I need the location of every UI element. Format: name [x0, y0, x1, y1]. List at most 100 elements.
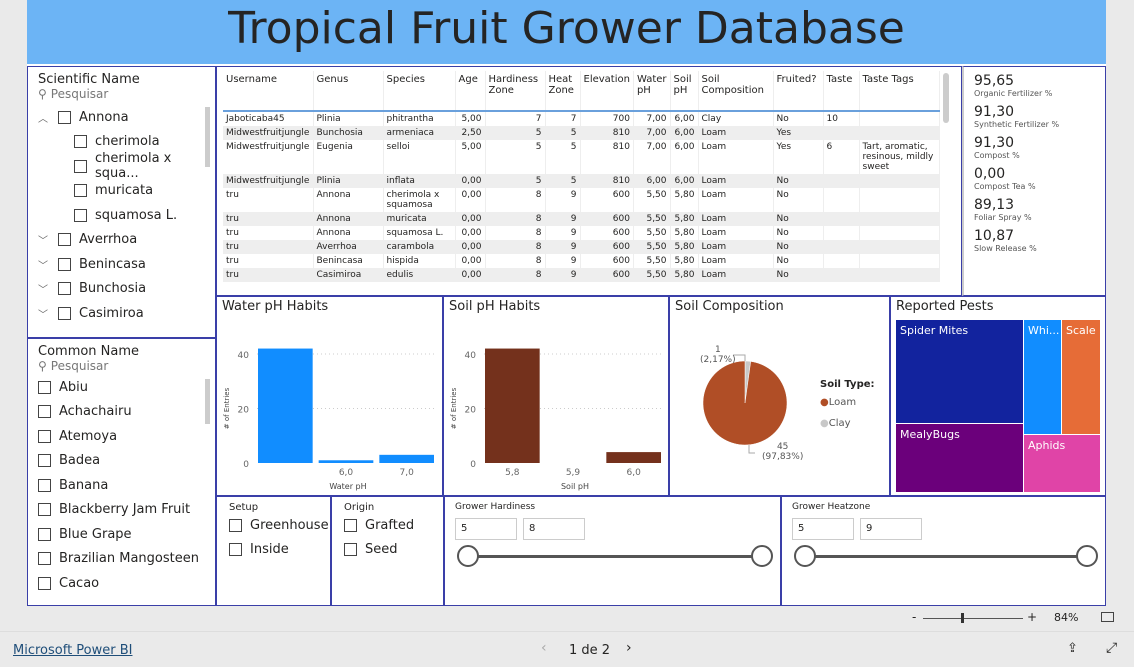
pie-slice-loam[interactable] — [702, 360, 788, 446]
treemap-scale[interactable]: Scale — [1062, 320, 1100, 434]
table-row[interactable]: tru Annona squamosa L. 0,00 8 9 600 5,50 5,80 Loa… — [223, 226, 940, 240]
slicer-item[interactable]: ﹀ Bunchosia — [38, 277, 205, 302]
power-bi-link[interactable]: Microsoft Power BI — [13, 643, 132, 658]
chevron-down-icon[interactable]: ﹀ — [38, 281, 50, 296]
scrollbar[interactable] — [205, 107, 210, 167]
checkbox-seed[interactable]: Seed — [344, 538, 431, 563]
table-row[interactable]: tru Benincasa hispida 0,00 8 9 600 5,50 5,80 Loam… — [223, 254, 940, 268]
table-row[interactable]: Jaboticaba45 Plinia phitrantha 5,00 7 7 700 7,0… — [223, 111, 940, 126]
checkbox[interactable] — [58, 233, 71, 247]
slicer-item[interactable]: ︿ Annona — [38, 105, 205, 130]
checkbox[interactable] — [58, 110, 71, 124]
scrollbar[interactable] — [205, 379, 210, 424]
table-cell: 600 — [580, 226, 634, 240]
checkbox[interactable] — [38, 503, 51, 517]
slicer-item[interactable]: Brazilian Mangosteen — [38, 547, 205, 572]
column-header[interactable]: Elevation — [580, 71, 634, 111]
slicer-item[interactable]: Abiu — [38, 375, 205, 400]
share-icon[interactable]: ⇪ — [1067, 641, 1078, 656]
chevron-down-icon[interactable]: ﹀ — [38, 306, 50, 321]
hardiness-max-input[interactable]: 8 — [523, 518, 585, 540]
column-header[interactable]: Soil pH — [670, 71, 699, 111]
table-row[interactable]: Midwestfruitjungle Plinia inflata 0,00 5 5 810… — [223, 174, 940, 188]
next-page-icon[interactable]: › — [626, 640, 632, 656]
column-header[interactable]: Genus — [313, 71, 384, 111]
checkbox[interactable] — [38, 380, 51, 394]
checkbox[interactable] — [74, 159, 87, 173]
checkbox[interactable] — [38, 429, 51, 443]
checkbox[interactable] — [58, 257, 71, 271]
column-header[interactable]: Soil Composition — [698, 71, 774, 111]
chevron-down-icon[interactable]: ﹀ — [38, 257, 50, 272]
kpi-value: 91,30 — [974, 135, 1015, 151]
slicer-item[interactable]: Badea — [38, 449, 205, 474]
checkbox[interactable] — [38, 478, 51, 492]
treemap-spider-mites[interactable]: Spider Mites — [896, 320, 1023, 423]
slider-min-handle[interactable] — [457, 545, 479, 567]
table-row[interactable]: tru Annona muricata 0,00 8 9 600 5,50 5,80 Loam No — [223, 212, 940, 226]
slicer-item[interactable]: ﹀ Casimiroa — [38, 301, 205, 326]
heatzone-max-input[interactable]: 9 — [860, 518, 922, 540]
checkbox[interactable] — [58, 282, 71, 296]
table-row[interactable]: Midwestfruitjungle Bunchosia armeniaca 2,50… — [223, 126, 940, 140]
zoom-handle[interactable] — [961, 613, 964, 623]
checkbox[interactable] — [58, 306, 71, 320]
prev-page-icon[interactable]: ‹ — [541, 640, 547, 656]
column-header[interactable]: Age — [455, 71, 486, 111]
checkbox[interactable] — [74, 208, 87, 222]
column-header[interactable]: Taste Tags — [859, 71, 940, 111]
legend-item-clay[interactable]: ●Clay — [820, 418, 851, 429]
column-header[interactable]: Species — [383, 71, 456, 111]
column-header[interactable]: Hardiness Zone — [485, 71, 546, 111]
checkbox[interactable] — [74, 184, 87, 198]
slicer-search[interactable]: ⚲ Pesquisar — [38, 87, 205, 101]
column-header[interactable]: Taste — [823, 71, 860, 111]
table-row[interactable]: Midwestfruitjungle Eugenia selloi 5,00 5 5 810… — [223, 140, 940, 174]
table-row[interactable]: tru Annona cherimola x squamosa 0,00 8 9 600 5,… — [223, 188, 940, 212]
slicer-item[interactable]: ﹀ Benincasa — [38, 252, 205, 277]
slicer-item[interactable]: muricata — [38, 179, 205, 204]
hardiness-min-input[interactable]: 5 — [455, 518, 517, 540]
zoom-in-button[interactable]: + — [1027, 610, 1037, 624]
slicer-search[interactable]: ⚲ Pesquisar — [38, 359, 205, 373]
checkbox[interactable] — [38, 405, 51, 419]
slider-max-handle[interactable] — [751, 545, 773, 567]
slider-min-handle[interactable] — [794, 545, 816, 567]
slicer-item[interactable]: cherimola x squa... — [38, 151, 205, 181]
slider-max-handle[interactable] — [1076, 545, 1098, 567]
checkbox[interactable] — [38, 552, 51, 566]
checkbox[interactable] — [38, 576, 51, 590]
fit-page-icon[interactable] — [1101, 612, 1114, 622]
checkbox[interactable] — [74, 135, 87, 149]
treemap-whiteflies[interactable]: Whi... — [1024, 320, 1061, 434]
heatzone-min-input[interactable]: 5 — [792, 518, 854, 540]
slicer-item[interactable]: Cacao — [38, 571, 205, 596]
column-header[interactable]: Fruited? — [773, 71, 824, 111]
chevron-down-icon[interactable]: ﹀ — [38, 232, 50, 247]
slicer-item[interactable]: Blackberry Jam Fruit — [38, 498, 205, 523]
slicer-item[interactable]: Atemoya — [38, 424, 205, 449]
checkbox-grafted[interactable]: Grafted — [344, 513, 431, 538]
chevron-up-icon[interactable]: ︿ — [38, 110, 50, 125]
treemap-mealybugs[interactable]: MealyBugs — [896, 424, 1023, 492]
column-header[interactable]: Heat Zone — [545, 71, 581, 111]
scrollbar[interactable] — [943, 73, 949, 123]
slicer-item[interactable]: Blue Grape — [38, 522, 205, 547]
slicer-item[interactable]: Achachairu — [38, 400, 205, 425]
fullscreen-icon[interactable]: ⤢ — [1106, 640, 1117, 656]
checkbox[interactable] — [38, 527, 51, 541]
checkbox-inside[interactable]: Inside — [229, 538, 318, 563]
slicer-item[interactable]: Banana — [38, 473, 205, 498]
treemap-aphids[interactable]: Aphids — [1024, 435, 1100, 492]
column-header[interactable]: Water pH — [633, 71, 671, 111]
slicer-item[interactable]: squamosa L. — [38, 203, 205, 228]
slicer-item[interactable]: ﹀ Averrhoa — [38, 228, 205, 253]
legend-item-loam[interactable]: ●Loam — [820, 397, 856, 408]
column-header[interactable]: Username — [223, 71, 314, 111]
table-row[interactable]: tru Averrhoa carambola 0,00 8 9 600 5,50 5,80 Loa… — [223, 240, 940, 254]
zoom-out-button[interactable]: - — [912, 610, 916, 624]
checkbox[interactable] — [38, 454, 51, 468]
zoom-slider[interactable] — [923, 618, 1023, 619]
table-row[interactable]: tru Casimiroa edulis 0,00 8 9 600 5,50 5,80 Loam N… — [223, 268, 940, 282]
checkbox-greenhouse[interactable]: Greenhouse — [229, 513, 329, 538]
